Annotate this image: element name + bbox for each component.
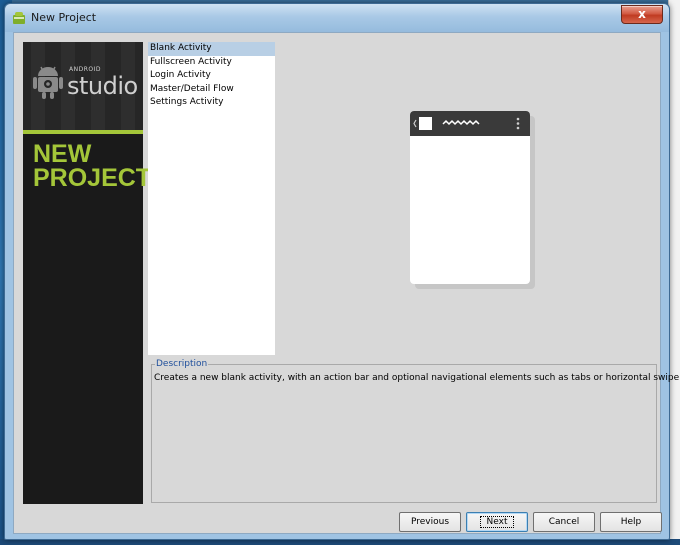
banner-heading-line2: PROJECT [33, 164, 152, 192]
cancel-button-label: Cancel [548, 517, 580, 527]
previous-button-label: Previous [410, 517, 450, 527]
android-studio-banner: ANDROID studio NEW PROJECT [23, 42, 151, 504]
title-bar[interactable]: New Project x [5, 4, 669, 32]
banner-heading-line1: NEW [33, 140, 92, 168]
description-group: Description Creates a new blank activity… [151, 359, 680, 503]
banner-heading: NEW PROJECT [33, 140, 152, 192]
activity-list[interactable]: Blank Activity Fullscreen Activity Login… [148, 42, 275, 355]
close-button[interactable]: x [621, 5, 663, 24]
activity-item-blank[interactable]: Blank Activity [148, 42, 275, 56]
activity-preview [410, 111, 535, 289]
activity-item-master-detail[interactable]: Master/Detail Flow [148, 83, 275, 97]
banner-header: ANDROID studio [23, 42, 143, 130]
phone-mockup [410, 111, 530, 284]
previous-button[interactable]: Previous [399, 512, 461, 532]
action-bar [410, 111, 530, 136]
android-studio-icon [13, 12, 25, 24]
banner-brand-large: studio [67, 72, 138, 100]
description-legend: Description [155, 359, 209, 369]
dialog-content: ANDROID studio NEW PROJECT Blank Activit… [13, 32, 680, 534]
help-button[interactable]: Help [600, 512, 662, 532]
new-project-dialog: New Project x ANDROID studio NEW PROJECT… [4, 3, 680, 540]
cancel-button[interactable]: Cancel [533, 512, 595, 532]
help-button-label: Help [620, 517, 642, 527]
activity-item-login[interactable]: Login Activity [148, 69, 275, 83]
android-robot-icon [33, 66, 63, 99]
activity-item-settings[interactable]: Settings Activity [148, 96, 275, 110]
next-button[interactable]: Next [466, 512, 528, 532]
banner-accent-stripe [23, 130, 143, 134]
description-text: Creates a new blank activity, with an ac… [154, 373, 680, 383]
activity-item-fullscreen[interactable]: Fullscreen Activity [148, 56, 275, 70]
action-bar-icons [413, 117, 520, 130]
next-button-label: Next [479, 516, 515, 528]
window-title: New Project [31, 11, 97, 24]
